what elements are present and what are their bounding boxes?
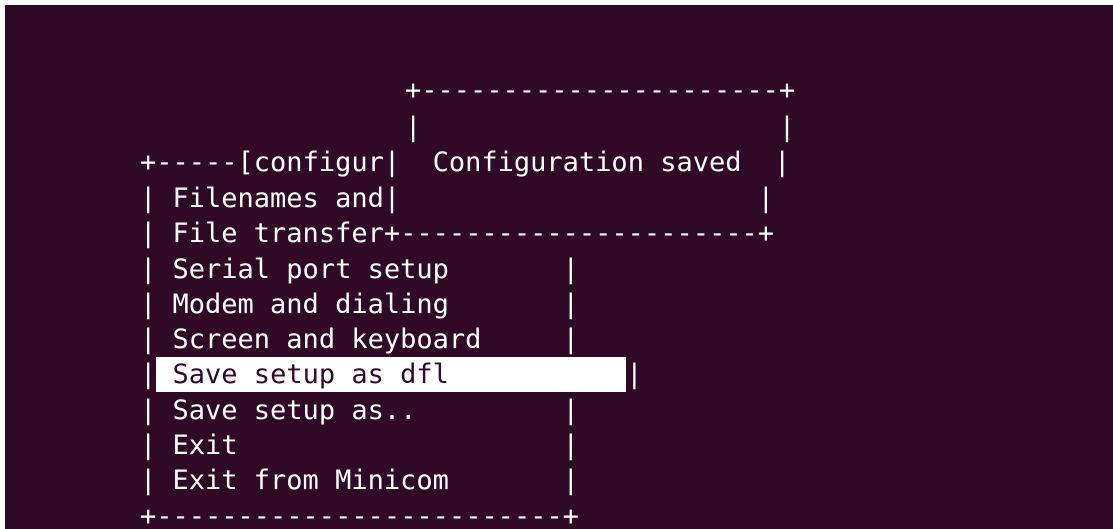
- menu-title-border: +-----[: [140, 147, 254, 178]
- terminal-window[interactable]: +----------------------+ | | +-----[conf…: [5, 5, 1113, 529]
- menu-bottom-border: +-------------------------+: [140, 501, 579, 529]
- dialog-top-border: +----------------------+: [405, 75, 796, 106]
- menu-item-save-setup-dfl[interactable]: | Save setup as dfl |: [140, 357, 643, 392]
- menu-item-label: Exit: [172, 430, 238, 461]
- menu-item-file-transfer[interactable]: | File transfer+----------------------+: [140, 216, 774, 251]
- menu-item-exit[interactable]: | Exit |: [140, 428, 579, 463]
- menu-item-screen-keyboard[interactable]: | Screen and keyboard |: [140, 322, 579, 357]
- menu-item-exit-minicom[interactable]: | Exit from Minicom |: [140, 463, 579, 498]
- menu-item-label: Save setup as..: [172, 395, 417, 426]
- menu-item-label: File transfer: [172, 218, 384, 249]
- dialog-right-border: |: [741, 147, 791, 178]
- menu-item-filenames[interactable]: | Filenames and| |: [140, 181, 774, 216]
- menu-item-modem-dialing[interactable]: | Modem and dialing |: [140, 287, 579, 322]
- dialog-message: Configuration saved: [432, 147, 742, 178]
- menu-item-label: Serial port setup: [172, 254, 449, 285]
- menu-item-label: Exit from Minicom: [172, 465, 449, 496]
- dialog-left-border: |: [383, 147, 433, 178]
- menu-item-save-setup-as[interactable]: | Save setup as.. |: [140, 393, 579, 428]
- dialog-border-row: | |: [405, 112, 796, 143]
- menu-item-selected: Save setup as dfl: [156, 357, 627, 392]
- menu-item-label: Screen and keyboard: [172, 324, 482, 355]
- menu-title-row: +-----[configur| Configuration saved |: [140, 145, 790, 180]
- menu-item-label: Modem and dialing: [172, 289, 449, 320]
- menu-item-label: Filenames and: [172, 183, 384, 214]
- dialog-bottom-border: +----------------------+: [383, 218, 774, 249]
- menu-item-serial-port-setup[interactable]: | Serial port setup |: [140, 252, 579, 287]
- menu-title: configur: [253, 147, 384, 178]
- menu-item-label: Save setup as dfl: [172, 359, 449, 390]
